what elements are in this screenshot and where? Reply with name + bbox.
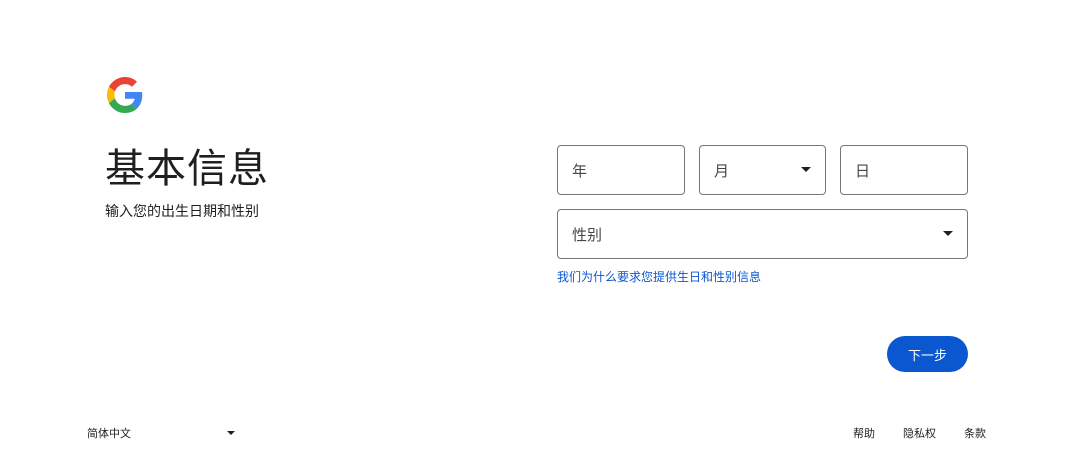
birth-year-placeholder: 年 bbox=[572, 161, 588, 180]
language-select[interactable]: 简体中文 bbox=[87, 425, 239, 443]
birth-month-placeholder: 月 bbox=[714, 161, 730, 180]
dropdown-arrow-icon bbox=[227, 431, 235, 435]
dropdown-arrow-icon bbox=[801, 167, 811, 172]
birth-day-placeholder: 日 bbox=[855, 161, 871, 180]
gender-select[interactable]: 性别 bbox=[557, 209, 968, 259]
signup-page: 基本信息 输入您的出生日期和性别 年 月 日 性别 我们为什么要求您提供生日和性… bbox=[0, 0, 1080, 463]
why-birthday-gender-link[interactable]: 我们为什么要求您提供生日和性别信息 bbox=[557, 268, 761, 285]
privacy-link[interactable]: 隐私权 bbox=[903, 425, 936, 441]
google-logo-icon bbox=[107, 77, 143, 113]
birth-month-select[interactable]: 月 bbox=[699, 145, 826, 195]
birth-year-input[interactable]: 年 bbox=[557, 145, 685, 195]
dropdown-arrow-icon bbox=[943, 231, 953, 236]
terms-link[interactable]: 条款 bbox=[964, 425, 986, 441]
help-link[interactable]: 帮助 bbox=[853, 425, 875, 441]
language-label: 简体中文 bbox=[87, 427, 131, 440]
footer-links: 帮助 隐私权 条款 bbox=[853, 425, 986, 441]
birth-day-input[interactable]: 日 bbox=[840, 145, 968, 195]
gender-placeholder: 性别 bbox=[572, 225, 603, 244]
page-title: 基本信息 bbox=[105, 146, 269, 192]
page-subtitle: 输入您的出生日期和性别 bbox=[105, 204, 259, 220]
next-button[interactable]: 下一步 bbox=[887, 336, 968, 372]
